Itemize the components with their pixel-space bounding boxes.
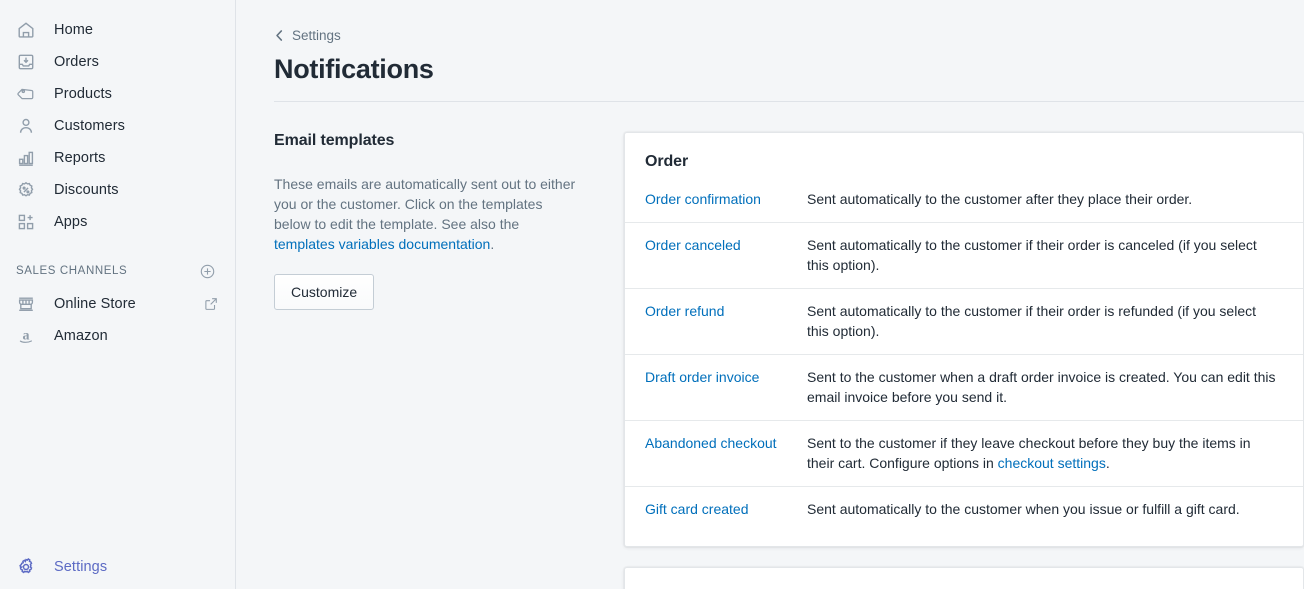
sidebar-primary-nav: Home Orders Products Customers Reports D… [0,0,235,238]
sidebar-item-products[interactable]: Products [4,78,227,110]
orders-inbox-icon [16,52,36,72]
reports-bar-chart-icon [16,148,36,168]
discount-percent-icon [16,180,36,200]
gear-icon [16,557,36,577]
table-row: Order canceled Sent automatically to the… [625,221,1303,288]
customize-button[interactable]: Customize [274,273,375,310]
chevron-left-icon [274,29,285,42]
shipping-card: Shipping [624,566,1304,589]
home-icon [16,20,36,40]
amazon-logo-icon: a [16,326,36,346]
sidebar-item-label: Settings [54,559,108,575]
templates-variables-documentation-link[interactable]: templates variables documentation [274,236,490,252]
sidebar-channels-nav: Online Store a Amazon [0,288,235,352]
sidebar-item-label: Online Store [54,296,136,312]
template-link-order-refund[interactable]: Order refund [645,301,807,321]
sales-channels-title: SALES CHANNELS [16,265,128,277]
sidebar-footer-nav: Settings [0,551,235,589]
sidebar-item-home[interactable]: Home [4,14,227,46]
template-description: Sent to the customer when a draft order … [807,368,1276,405]
table-row: Abandoned checkout Sent to the customer … [625,419,1303,486]
sidebar-item-amazon[interactable]: a Amazon [4,320,227,352]
template-link-order-canceled[interactable]: Order canceled [645,235,807,255]
section-description: These emails are automatically sent out … [274,174,579,254]
svg-text:a: a [23,329,30,344]
sidebar-item-customers[interactable]: Customers [4,110,227,142]
section-heading: Email templates [274,131,395,149]
card-title: Order [645,152,689,170]
breadcrumb-label: Settings [292,28,341,43]
checkout-settings-link[interactable]: checkout settings [998,455,1106,471]
template-description-text-2: . [1105,454,1110,471]
template-description: Sent to the customer if they leave check… [807,433,1283,473]
template-link-abandoned-checkout[interactable]: Abandoned checkout [645,433,807,453]
sidebar-item-label: Home [54,22,94,38]
template-description: Sent automatically to the customer after… [807,190,1193,207]
plus-circle-icon[interactable] [197,261,217,281]
notification-cards: Order Order confirmation Sent automatica… [624,131,1304,589]
description-text-2: . [490,235,495,252]
template-description: Sent automatically to the customer if th… [807,236,1257,273]
sidebar-item-apps[interactable]: Apps [4,206,227,238]
customer-person-icon [16,116,36,136]
sidebar-item-orders[interactable]: Orders [4,46,227,78]
order-card: Order Order confirmation Sent automatica… [624,131,1304,547]
template-description: Sent automatically to the customer if th… [807,302,1256,339]
table-row: Gift card created Sent automatically to … [625,485,1303,532]
sidebar-item-label: Orders [54,54,99,70]
sidebar-item-label: Apps [54,214,88,230]
breadcrumb[interactable]: Settings [274,28,341,43]
page-title: Notifications [274,54,434,84]
sidebar-item-label: Customers [54,118,125,134]
sidebar-item-label: Products [54,86,113,102]
sidebar-item-label: Discounts [54,182,119,198]
template-link-gift-card-created[interactable]: Gift card created [645,499,807,519]
template-link-order-confirmation[interactable]: Order confirmation [645,189,807,209]
sidebar-item-reports[interactable]: Reports [4,142,227,174]
storefront-icon [16,294,36,314]
template-description: Sent automatically to the customer when … [807,500,1240,517]
product-tag-icon [16,84,36,104]
main-content: Settings Notifications Email templates T… [236,0,1304,589]
settings-columns: Email templates These emails are automat… [236,102,1304,589]
template-link-draft-order-invoice[interactable]: Draft order invoice [645,367,807,387]
apps-grid-plus-icon [16,212,36,232]
sidebar-item-discounts[interactable]: Discounts [4,174,227,206]
sidebar-item-settings[interactable]: Settings [4,551,227,583]
sidebar-item-online-store[interactable]: Online Store [4,288,227,320]
sales-channels-section-header: SALES CHANNELS [0,260,235,282]
table-row: Order refund Sent automatically to the c… [625,287,1303,354]
page-header: Settings Notifications [236,0,1304,101]
table-row: Draft order invoice Sent to the customer… [625,353,1303,420]
email-templates-intro: Email templates These emails are automat… [274,132,624,589]
sidebar-item-label: Amazon [54,328,108,344]
sidebar: Home Orders Products Customers Reports D… [0,0,236,589]
table-row: Order confirmation Sent automatically to… [625,189,1303,222]
description-text-1: These emails are automatically sent out … [274,175,576,232]
app-root: Home Orders Products Customers Reports D… [0,0,1304,589]
sidebar-item-label: Reports [54,150,106,166]
external-link-icon[interactable] [203,296,219,312]
